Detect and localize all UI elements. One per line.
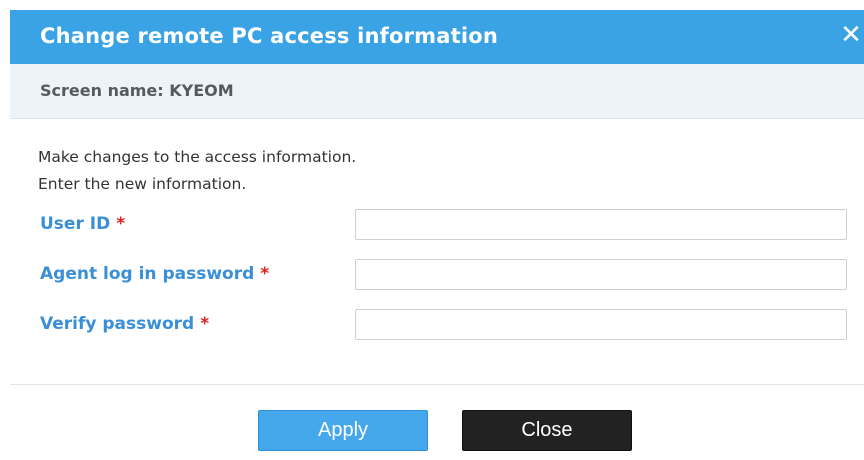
instruction-line-1: Make changes to the access information. xyxy=(38,148,357,166)
apply-button[interactable]: Apply xyxy=(258,410,428,451)
agent-password-label: Agent log in password * xyxy=(40,264,269,284)
dialog-title: Change remote PC access information xyxy=(40,24,499,48)
required-marker: * xyxy=(260,264,270,284)
close-icon[interactable]: ✕ xyxy=(838,20,864,50)
verify-password-input[interactable] xyxy=(355,309,847,340)
user-id-label-text: User ID xyxy=(40,214,111,234)
verify-password-label-text: Verify password xyxy=(40,314,195,334)
screen-name-label: Screen name: KYEOM xyxy=(40,81,234,100)
user-id-input[interactable] xyxy=(355,209,847,240)
required-marker: * xyxy=(200,314,210,334)
remote-access-dialog: Change remote PC access information ✕ Sc… xyxy=(0,0,864,460)
screen-name-bar: Screen name: KYEOM xyxy=(10,64,864,119)
footer-divider xyxy=(10,384,864,385)
agent-password-input[interactable] xyxy=(355,259,847,290)
close-button[interactable]: Close xyxy=(462,410,632,451)
required-marker: * xyxy=(116,214,126,234)
dialog-title-bar: Change remote PC access information ✕ xyxy=(10,10,864,64)
agent-password-label-text: Agent log in password xyxy=(40,264,255,284)
left-gutter xyxy=(0,0,10,460)
verify-password-label: Verify password * xyxy=(40,314,209,334)
instruction-line-2: Enter the new information. xyxy=(38,175,247,193)
user-id-label: User ID * xyxy=(40,214,125,234)
